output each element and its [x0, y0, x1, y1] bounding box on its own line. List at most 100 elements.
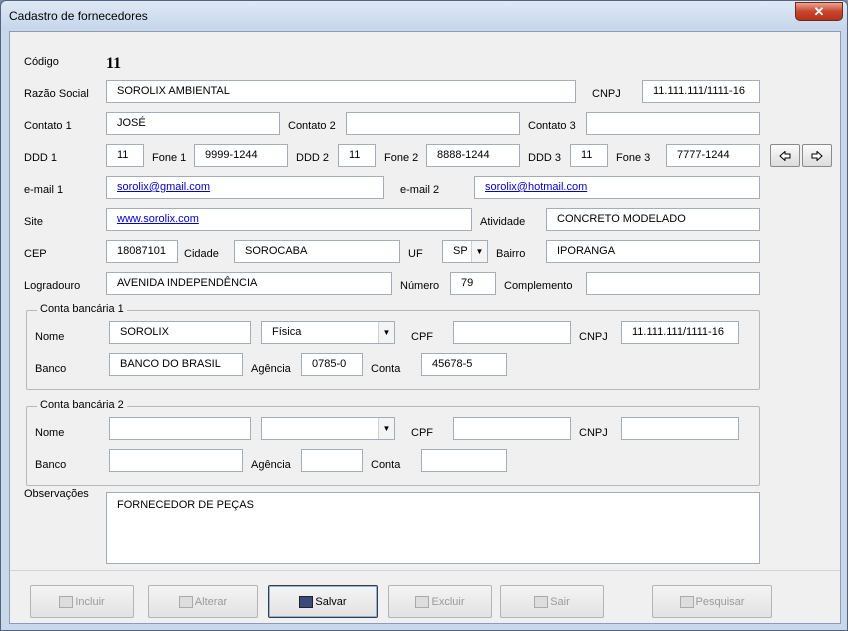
ddd3-input[interactable]: 11: [570, 144, 608, 167]
button-bar-divider: [10, 570, 840, 571]
complemento-input[interactable]: [586, 272, 760, 295]
bank2-agencia-input[interactable]: [301, 449, 363, 472]
bank2-agencia-label: Agência: [251, 459, 291, 471]
site-input[interactable]: www.sorolix.com: [106, 208, 472, 231]
contato1-input[interactable]: JOSÉ: [106, 112, 280, 135]
bank-account-1-title: Conta bancária 1: [37, 303, 127, 315]
bank1-conta-label: Conta: [371, 363, 401, 375]
bairro-input[interactable]: IPORANGA: [546, 240, 760, 263]
bank1-conta-input[interactable]: 45678-5: [421, 353, 507, 376]
bairro-label: Bairro: [496, 248, 526, 260]
incluir-button-label: Incluir: [75, 595, 105, 608]
chevron-down-icon[interactable]: ▼: [378, 418, 394, 439]
bank1-tipo-value: Física: [272, 326, 302, 338]
keyboard-icon: [415, 595, 430, 608]
search-icon: [679, 595, 694, 608]
bank1-banco-input[interactable]: BANCO DO BRASIL: [109, 353, 243, 376]
excluir-button[interactable]: Excluir: [388, 585, 492, 618]
bank1-nome-label: Nome: [35, 331, 65, 343]
bank1-tipo-select[interactable]: Física ▼: [261, 321, 395, 344]
alterar-button[interactable]: Alterar: [148, 585, 258, 618]
save-icon: [299, 595, 314, 608]
exit-icon: [534, 595, 549, 608]
chevron-down-icon[interactable]: ▼: [378, 322, 394, 343]
pesquisar-button[interactable]: Pesquisar: [652, 585, 772, 618]
edit-icon: [178, 595, 193, 608]
bank1-agencia-label: Agência: [251, 363, 291, 375]
bank1-cpf-input[interactable]: [453, 321, 571, 344]
contato2-input[interactable]: [346, 112, 520, 135]
email2-label: e-mail 2: [400, 184, 440, 196]
bank-account-2-title: Conta bancária 2: [37, 399, 127, 411]
window-title: Cadastro de fornecedores: [9, 9, 148, 23]
logradouro-label: Logradouro: [24, 280, 81, 292]
ddd3-label: DDD 3: [528, 152, 562, 164]
sair-button-label: Sair: [550, 595, 570, 608]
fone2-input[interactable]: 8888-1244: [426, 144, 520, 167]
cnpj-label: CNPJ: [592, 88, 621, 100]
fone3-label: Fone 3: [616, 152, 651, 164]
logradouro-input[interactable]: AVENIDA INDEPENDÊNCIA: [106, 272, 392, 295]
ddd1-input[interactable]: 11: [106, 144, 144, 167]
atividade-label: Atividade: [480, 216, 526, 228]
observacoes-label: Observações: [24, 488, 89, 500]
previous-record-button[interactable]: [770, 144, 800, 167]
email2-input[interactable]: sorolix@hotmail.com: [474, 176, 760, 199]
bank1-cnpj-input[interactable]: 11.111.111/1111-16: [621, 321, 739, 344]
contato3-input[interactable]: [586, 112, 760, 135]
alterar-button-label: Alterar: [194, 595, 228, 608]
salvar-button-label: Salvar: [315, 595, 347, 608]
incluir-button[interactable]: Incluir: [30, 585, 134, 618]
atividade-input[interactable]: CONCRETO MODELADO: [546, 208, 760, 231]
uf-value: SP: [453, 245, 468, 257]
bank2-tipo-select[interactable]: ▼: [261, 417, 395, 440]
fone3-input[interactable]: 7777-1244: [666, 144, 760, 167]
contato1-label: Contato 1: [24, 120, 72, 132]
cidade-input[interactable]: SOROCABA: [234, 240, 400, 263]
keyboard-icon: [59, 595, 74, 608]
bank-account-2-group: Conta bancária 2 Nome ▼ CPF CNPJ Banco A…: [26, 399, 760, 486]
site-label: Site: [24, 216, 43, 228]
email1-input[interactable]: sorolix@gmail.com: [106, 176, 384, 199]
form-body: Código 11 Razão Social SOROLIX AMBIENTAL…: [9, 31, 841, 624]
bank2-cnpj-label: CNPJ: [579, 427, 608, 439]
bank2-conta-input[interactable]: [421, 449, 507, 472]
bank1-cnpj-label: CNPJ: [579, 331, 608, 343]
bank2-nome-input[interactable]: [109, 417, 251, 440]
complemento-label: Complemento: [504, 280, 573, 292]
bank-account-1-group: Conta bancária 1 Nome SOROLIX Física ▼ C…: [26, 303, 760, 390]
fone1-label: Fone 1: [152, 152, 187, 164]
bank2-cnpj-input[interactable]: [621, 417, 739, 440]
ddd2-input[interactable]: 11: [338, 144, 376, 167]
salvar-button[interactable]: Salvar: [268, 585, 378, 618]
bank2-nome-label: Nome: [35, 427, 65, 439]
razao-social-label: Razão Social: [24, 88, 89, 100]
bank1-banco-label: Banco: [35, 363, 67, 375]
arrow-left-icon: [779, 150, 791, 161]
bank2-cpf-input[interactable]: [453, 417, 571, 440]
razao-social-input[interactable]: SOROLIX AMBIENTAL: [106, 80, 576, 103]
codigo-label: Código: [24, 56, 59, 68]
bank1-agencia-input[interactable]: 0785-0: [301, 353, 363, 376]
site-link[interactable]: www.sorolix.com: [117, 213, 199, 225]
bank2-banco-input[interactable]: [109, 449, 243, 472]
email1-link[interactable]: sorolix@gmail.com: [117, 181, 210, 193]
observacoes-textarea[interactable]: FORNECEDOR DE PEÇAS: [106, 492, 760, 564]
cep-label: CEP: [24, 248, 47, 260]
chevron-down-icon[interactable]: ▼: [471, 241, 487, 262]
pesquisar-button-label: Pesquisar: [695, 595, 745, 608]
fone1-input[interactable]: 9999-1244: [194, 144, 288, 167]
sair-button[interactable]: Sair: [500, 585, 604, 618]
uf-select[interactable]: SP ▼: [442, 240, 488, 263]
cnpj-input[interactable]: 11.111.111/1111-16: [642, 80, 760, 103]
next-record-button[interactable]: [802, 144, 832, 167]
close-button[interactable]: ✕: [795, 2, 843, 21]
numero-input[interactable]: 79: [450, 272, 496, 295]
email2-link[interactable]: sorolix@hotmail.com: [485, 181, 587, 193]
bank2-conta-label: Conta: [371, 459, 401, 471]
cep-input[interactable]: 18087101: [106, 240, 178, 263]
contato2-label: Contato 2: [288, 120, 336, 132]
bank1-nome-input[interactable]: SOROLIX: [109, 321, 251, 344]
bank2-banco-label: Banco: [35, 459, 67, 471]
numero-label: Número: [400, 280, 440, 292]
